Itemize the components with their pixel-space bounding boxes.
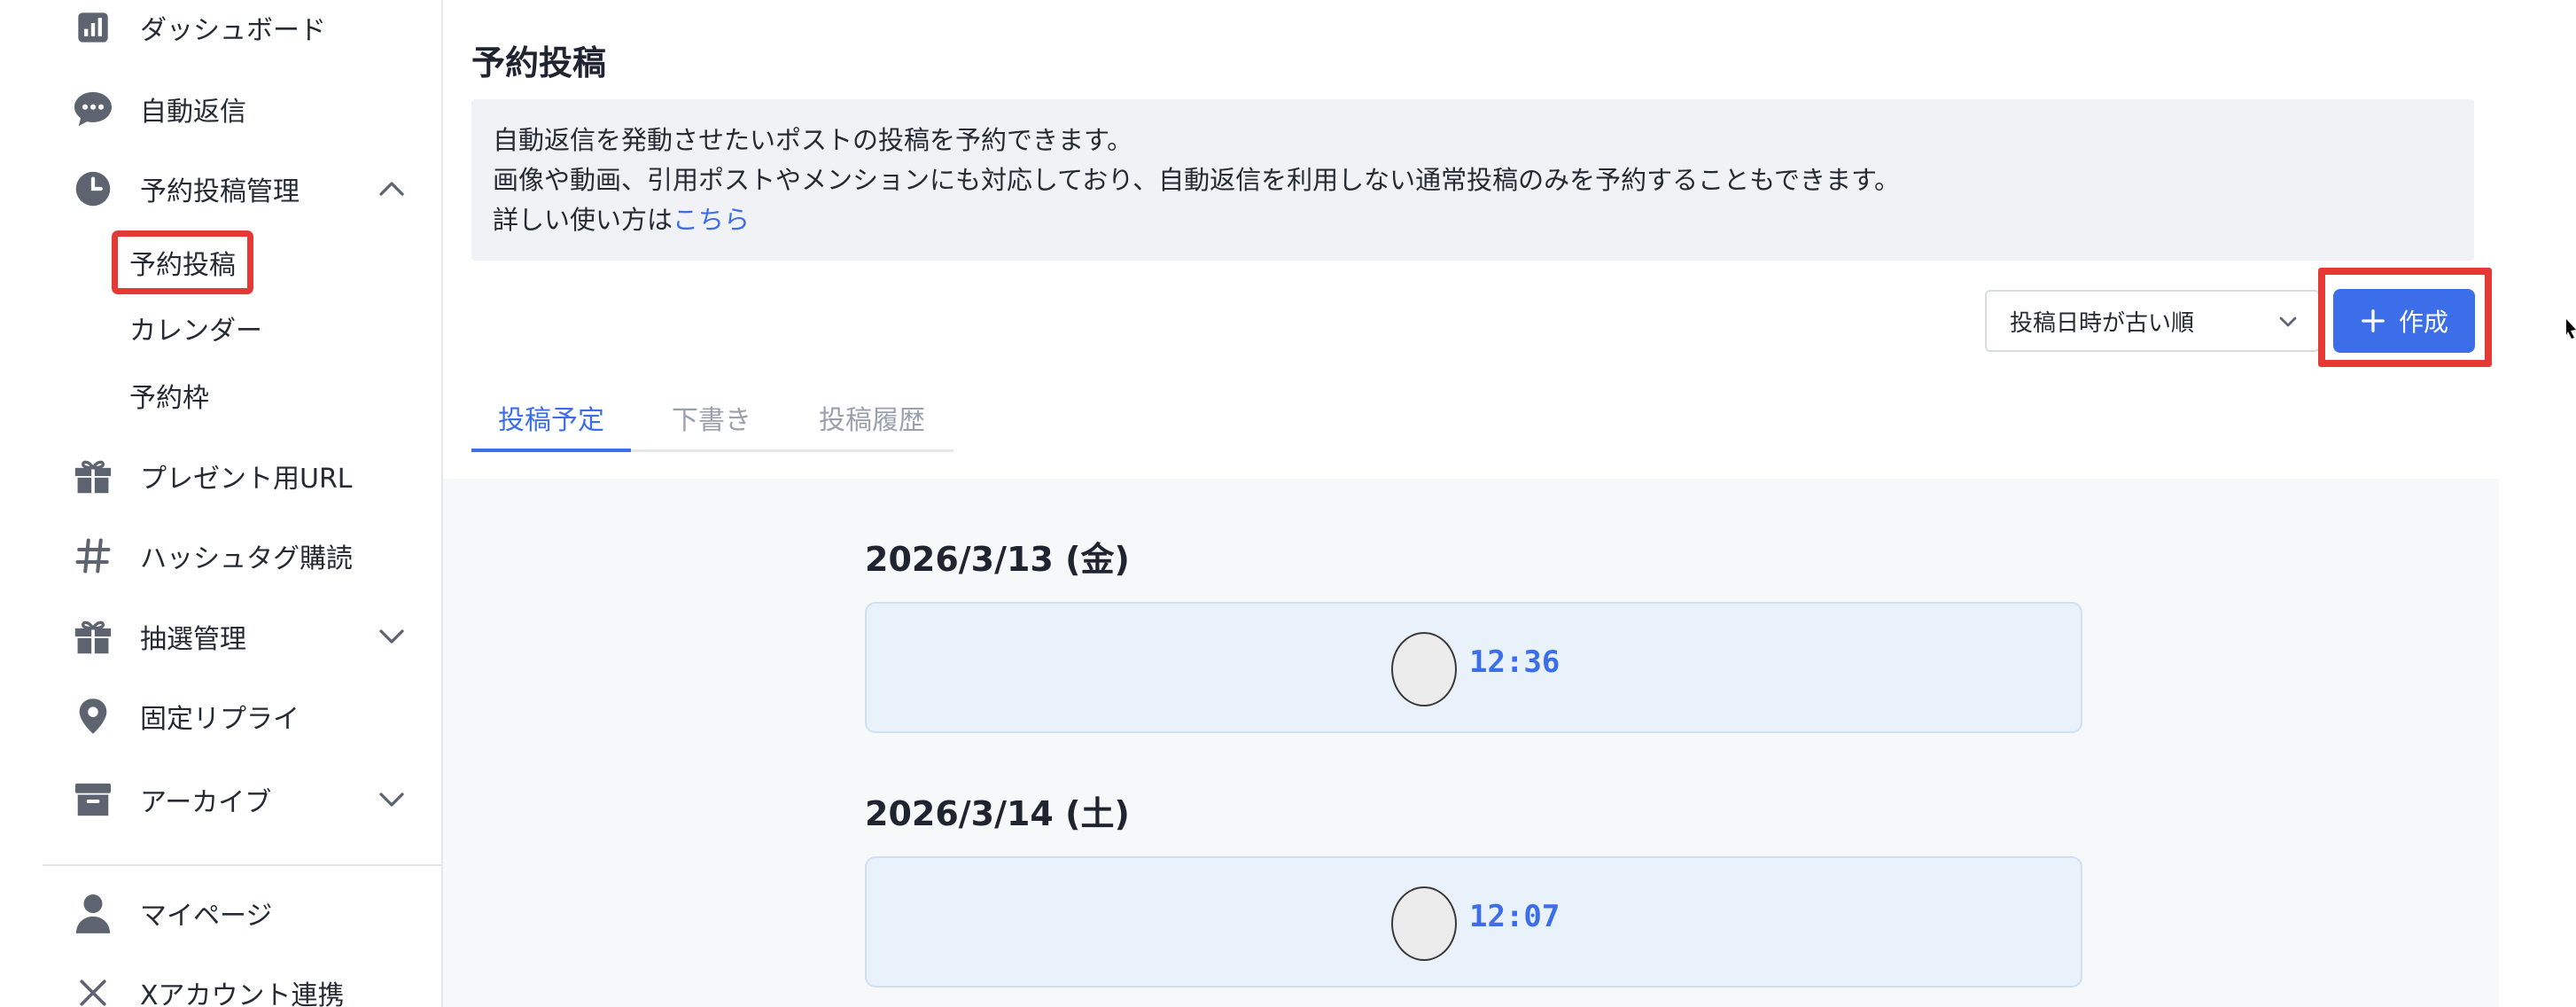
app-root: ダッシュボード 自動返信 予約投稿管理 予約投稿 カレンダー 予約枠 プレゼント…: [0, 0, 2576, 1007]
date-heading: 2026/3/13 (金): [865, 540, 1130, 579]
info-box: 自動返信を発動させたいポストの投稿を予約できます。 画像や動画、引用ポストやメン…: [471, 99, 2474, 261]
gift-icon: [71, 614, 115, 659]
sidebar-item-hashtag[interactable]: ハッシュタグ購読: [71, 525, 425, 587]
post-card[interactable]: 12:07: [865, 856, 2082, 987]
sidebar-item-label: アーカイブ: [140, 787, 272, 818]
date-heading: 2026/3/14 (土): [865, 794, 1130, 833]
sidebar-item-label: Xアカウント連携: [140, 980, 345, 1007]
info-line-3-prefix: 詳しい使い方は: [493, 205, 673, 235]
sidebar-item-label: プレゼント用URL: [140, 464, 353, 495]
chevron-down-icon: [2274, 308, 2302, 336]
bar-chart-icon: [71, 5, 115, 50]
help-link[interactable]: こちら: [673, 205, 750, 235]
tab-bar: 投稿予定 下書き 投稿履歴: [471, 383, 953, 452]
sidebar-divider: [43, 864, 441, 866]
mouse-cursor-icon: [2566, 319, 2576, 349]
x-icon: [71, 971, 115, 1007]
tab-scheduled[interactable]: 投稿予定: [498, 383, 604, 452]
sort-select[interactable]: 投稿日時が古い順: [1985, 290, 2320, 352]
sidebar-item-label: 予約投稿管理: [140, 176, 300, 207]
sidebar-item-fixed-reply[interactable]: 固定リプライ: [71, 685, 425, 747]
sidebar-item-dashboard[interactable]: ダッシュボード: [71, 0, 425, 59]
clock-icon: [71, 167, 115, 211]
page-title: 予約投稿: [471, 43, 607, 82]
create-button-label: 作成: [2398, 308, 2448, 337]
hashtag-icon: [71, 534, 115, 578]
sidebar: ダッシュボード 自動返信 予約投稿管理 予約投稿 カレンダー 予約枠 プレゼント…: [0, 0, 443, 1007]
sidebar-item-present-url[interactable]: プレゼント用URL: [71, 445, 425, 507]
sidebar-subitem-scheduled-post[interactable]: 予約投稿: [112, 230, 253, 294]
sidebar-item-x-account[interactable]: Xアカウント連携: [71, 962, 425, 1007]
tab-history[interactable]: 投稿履歴: [819, 383, 925, 452]
info-line-2: 画像や動画、引用ポストやメンションにも対応しており、自動返信を利用しない通常投稿…: [493, 165, 1901, 195]
post-time: 12:07: [1469, 899, 1560, 934]
archive-box-icon: [71, 777, 115, 822]
tab-active-indicator: [471, 449, 631, 452]
plus-icon: [2360, 308, 2386, 334]
avatar: [1391, 886, 1457, 961]
sidebar-item-auto-reply[interactable]: 自動返信: [71, 78, 425, 140]
gift-icon: [71, 454, 115, 498]
sidebar-item-label: ダッシュボード: [140, 15, 326, 46]
sidebar-item-label: 抽選管理: [140, 624, 246, 655]
sidebar-item-label: マイページ: [140, 901, 273, 932]
sidebar-item-lottery[interactable]: 抽選管理: [71, 605, 425, 667]
sidebar-item-label: 自動返信: [140, 97, 246, 128]
avatar: [1391, 632, 1457, 706]
sidebar-item-archive[interactable]: アーカイブ: [71, 769, 425, 831]
info-line-3: 詳しい使い方はこちら: [493, 200, 2453, 240]
chevron-up-icon[interactable]: [376, 173, 408, 205]
sidebar-item-label: 固定リプライ: [140, 704, 300, 735]
chevron-down-icon[interactable]: [376, 784, 408, 816]
map-pin-icon: [71, 694, 115, 738]
chat-bubble-icon: [71, 87, 115, 131]
sidebar-subitem-calendar[interactable]: カレンダー: [129, 300, 262, 356]
chevron-down-icon[interactable]: [376, 621, 408, 652]
create-button[interactable]: 作成: [2333, 289, 2475, 353]
sidebar-item-scheduled-posts[interactable]: 予約投稿管理: [71, 158, 425, 220]
info-line-1: 自動返信を発動させたいポストの投稿を予約できます。: [493, 125, 1133, 155]
sidebar-item-label: ハッシュタグ購読: [140, 543, 353, 574]
post-time: 12:36: [1469, 644, 1560, 680]
tab-drafts[interactable]: 下書き: [672, 383, 751, 452]
sort-select-value: 投稿日時が古い順: [2010, 309, 2195, 337]
user-icon: [71, 891, 115, 935]
post-card[interactable]: 12:36: [865, 602, 2082, 733]
sidebar-item-mypage[interactable]: マイページ: [71, 882, 425, 944]
sidebar-subitem-slots[interactable]: 予約枠: [129, 367, 209, 424]
